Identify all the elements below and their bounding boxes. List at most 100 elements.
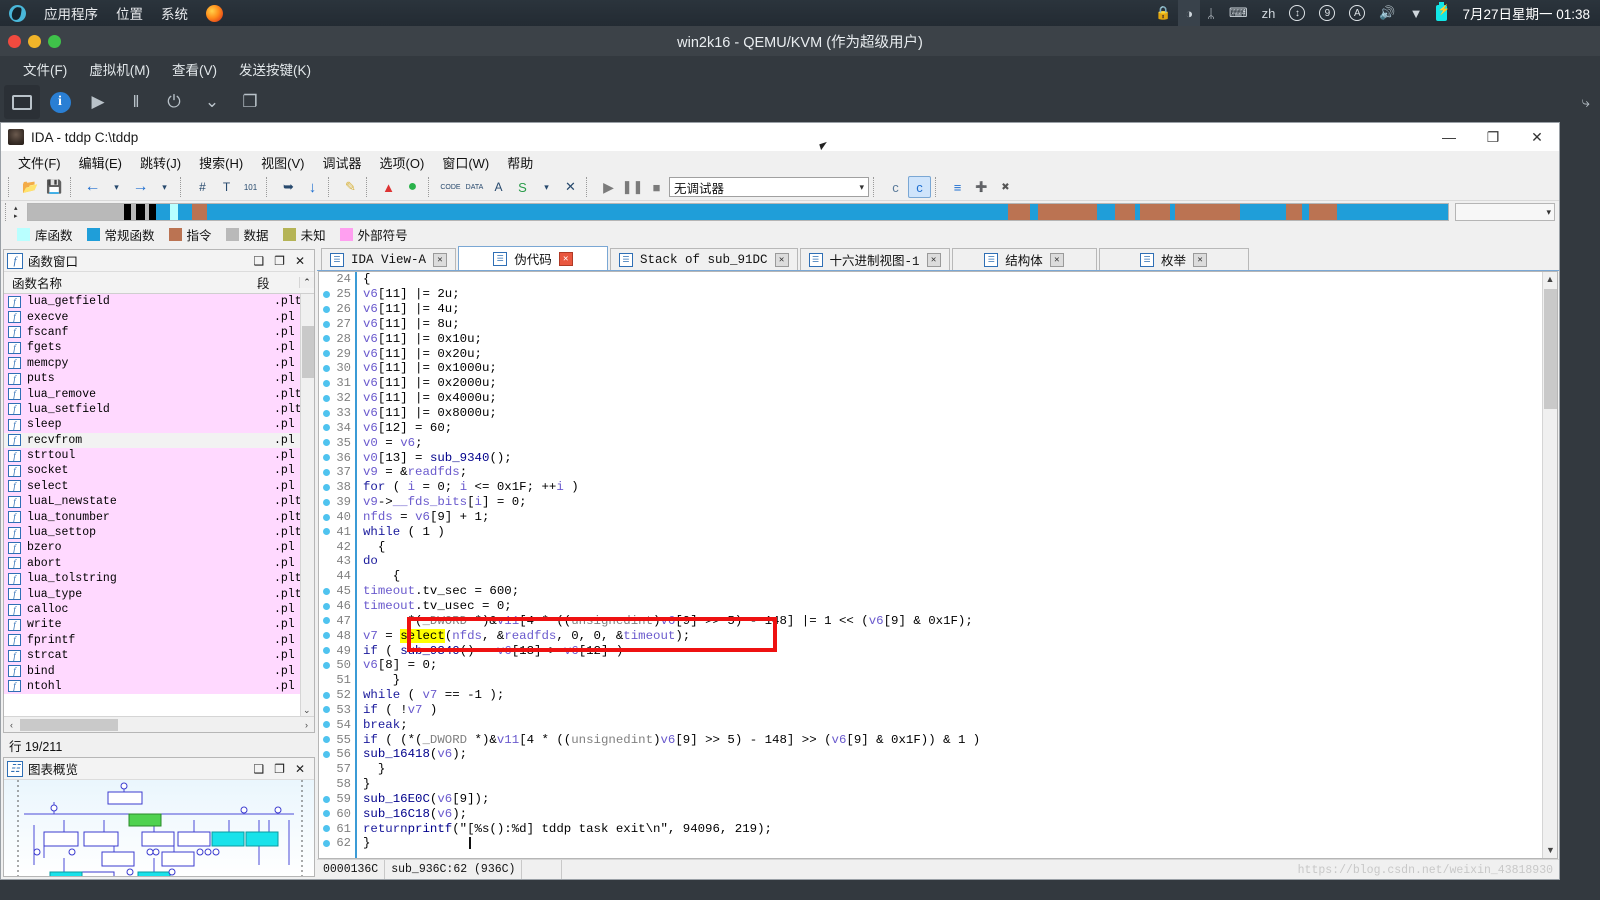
breakpoint-marker-icon[interactable] <box>323 320 330 328</box>
code-line[interactable]: nfds = v6 [9] + 1; <box>363 510 1542 525</box>
function-list-row[interactable]: f lua_remove .plt <box>4 386 314 402</box>
firefox-launcher[interactable] <box>197 0 232 26</box>
lock-icon[interactable]: 🔒 <box>1148 0 1178 26</box>
updates-icon[interactable]: ↕ <box>1282 0 1312 26</box>
breakpoint-marker-icon[interactable] <box>323 825 330 833</box>
code-line[interactable]: v6 [11] |= 0x8000u; <box>363 406 1542 421</box>
function-list-row[interactable]: f lua_type .plt <box>4 586 314 602</box>
navigate-forward-button[interactable]: → <box>129 176 152 198</box>
code-line[interactable]: v6 [8] = 0; <box>363 658 1542 673</box>
code-line[interactable]: } <box>363 762 1542 777</box>
green-status-button[interactable]: ● <box>401 176 424 198</box>
function-list-row[interactable]: f write .pl <box>4 617 314 633</box>
distro-logo-button[interactable] <box>0 0 35 26</box>
toolbar-grip[interactable] <box>428 177 435 197</box>
code-line[interactable]: break; <box>363 717 1542 732</box>
navigate-forward-menu-button[interactable]: ▾ <box>153 176 176 198</box>
tab-close-icon[interactable]: ✕ <box>926 252 941 267</box>
toolbar-grip[interactable] <box>873 177 880 197</box>
tab-close-icon[interactable]: ✕ <box>774 252 789 267</box>
tab-close-icon[interactable]: ✕ <box>1049 252 1064 267</box>
search-hash-button[interactable]: # <box>191 176 214 198</box>
problems-button[interactable]: ▲ <box>377 176 400 198</box>
open-file-button[interactable]: 📂 <box>19 176 42 198</box>
panel-maximize-button[interactable]: ❑ <box>253 254 264 268</box>
breakpoint-marker-icon[interactable] <box>323 468 330 476</box>
breakpoint-marker-icon[interactable] <box>323 439 330 447</box>
function-list-row[interactable]: f socket .pl <box>4 463 314 479</box>
menu-system[interactable]: 系统 <box>152 0 197 26</box>
panel-restore-button[interactable]: ❐ <box>274 254 285 268</box>
function-list-row[interactable]: f lua_tonumber .plt <box>4 509 314 525</box>
jump-down-button[interactable]: ↓ <box>301 176 324 198</box>
breakpoint-marker-icon[interactable] <box>323 424 330 432</box>
function-list-row[interactable]: f fprintf .pl <box>4 632 314 648</box>
code-line[interactable]: do <box>363 554 1542 569</box>
toolbar-grip[interactable] <box>366 177 373 197</box>
code-line[interactable]: *(_DWORD *)& v11 [4 * ((unsigned int) v6 [9]… <box>363 613 1542 628</box>
scroll-right-arrow[interactable]: › <box>299 720 314 730</box>
navband-grip[interactable] <box>5 203 14 221</box>
input-method-indicator[interactable]: zh <box>1255 0 1283 26</box>
navigate-back-button[interactable]: ← <box>81 176 104 198</box>
breakpoint-marker-icon[interactable] <box>323 379 330 387</box>
function-list-row[interactable]: f calloc .pl <box>4 601 314 618</box>
graph-overview-canvas[interactable] <box>4 780 314 876</box>
code-vertical-scrollbar[interactable]: ▲ ▼ <box>1542 272 1557 858</box>
breakpoint-marker-icon[interactable] <box>323 751 330 758</box>
pause-button[interactable]: ‖ <box>118 85 154 119</box>
ida-menu-view[interactable]: 视图(V) <box>252 153 313 172</box>
code-line[interactable]: timeout .tv_usec = 0; <box>363 599 1542 614</box>
code-line[interactable]: { <box>363 569 1542 584</box>
snapshots-button[interactable]: ❐ <box>232 85 268 119</box>
save-button[interactable]: 💾 <box>43 176 66 198</box>
code-line[interactable]: } <box>363 777 1542 792</box>
console-view-button[interactable] <box>4 85 40 119</box>
function-list-row[interactable]: f ntohl .pl <box>4 678 314 695</box>
breakpoint-list-button[interactable]: ≡ <box>946 176 969 198</box>
code-line[interactable]: while ( v7 == -1 ); <box>363 688 1542 703</box>
breakpoint-marker-icon[interactable] <box>323 647 330 655</box>
make-ascii-button[interactable]: A <box>487 176 510 198</box>
details-info-button[interactable]: i <box>42 85 78 119</box>
breakpoint-add-button[interactable]: ➕ <box>970 176 993 198</box>
navigate-back-menu-button[interactable]: ▾ <box>105 176 128 198</box>
function-list-row[interactable]: f bind .pl <box>4 663 314 679</box>
column-header-name[interactable]: 函数名称 <box>4 273 257 292</box>
bluetooth-icon[interactable]: ᛦ <box>1200 0 1222 26</box>
breakpoint-marker-icon[interactable] <box>323 795 330 803</box>
ida-menu-debugger[interactable]: 调试器 <box>314 153 371 172</box>
menu-places[interactable]: 位置 <box>107 0 152 26</box>
function-list-row[interactable]: f fgets .pl <box>4 340 314 356</box>
code-line[interactable]: } <box>363 836 1542 851</box>
code-line[interactable]: v6 [11] |= 4u; <box>363 302 1542 317</box>
breakpoint-marker-icon[interactable] <box>323 454 330 462</box>
scroll-down-arrow[interactable]: ▼ <box>1543 843 1557 858</box>
ida-menu-file[interactable]: 文件(F) <box>9 153 70 172</box>
breakpoint-marker-icon[interactable] <box>323 483 330 491</box>
breakpoint-marker-icon[interactable] <box>323 632 330 640</box>
accessibility-icon[interactable]: A <box>1342 0 1372 26</box>
navigation-strip[interactable] <box>27 203 1449 221</box>
tab-4[interactable]: ☰ 结构体 ✕ <box>951 248 1097 270</box>
toolbar-grip[interactable] <box>935 177 942 197</box>
breakpoint-marker-icon[interactable] <box>323 691 330 699</box>
scroll-up-arrow[interactable]: ⌃ <box>299 277 314 288</box>
edit-pencil-button[interactable]: ✎ <box>339 176 362 198</box>
code-line[interactable]: return printf ("[%s():%d] tddp task exit\… <box>363 821 1542 836</box>
breakpoint-marker-icon[interactable] <box>323 350 330 358</box>
breakpoint-marker-icon[interactable] <box>323 602 330 610</box>
minimize-button[interactable]: — <box>1427 123 1471 151</box>
code-line[interactable]: v7 = select(nfds, & readfds, 0, 0, & timeo… <box>363 628 1542 643</box>
close-button[interactable] <box>8 34 21 48</box>
undefine-button[interactable]: ✕ <box>559 176 582 198</box>
function-list-row[interactable]: f strcat .pl <box>4 647 314 664</box>
code-line[interactable]: } <box>363 673 1542 688</box>
functions-horizontal-scrollbar[interactable]: ‹ › <box>4 716 314 732</box>
battery-icon[interactable] <box>1429 0 1454 26</box>
scrollbar-thumb[interactable] <box>20 718 118 731</box>
functions-vertical-scrollbar[interactable]: ⌄ <box>300 294 314 716</box>
column-header-segment[interactable]: 段 <box>257 273 299 292</box>
code-line[interactable]: { <box>363 539 1542 554</box>
code-line[interactable]: v6 [11] |= 0x4000u; <box>363 391 1542 406</box>
